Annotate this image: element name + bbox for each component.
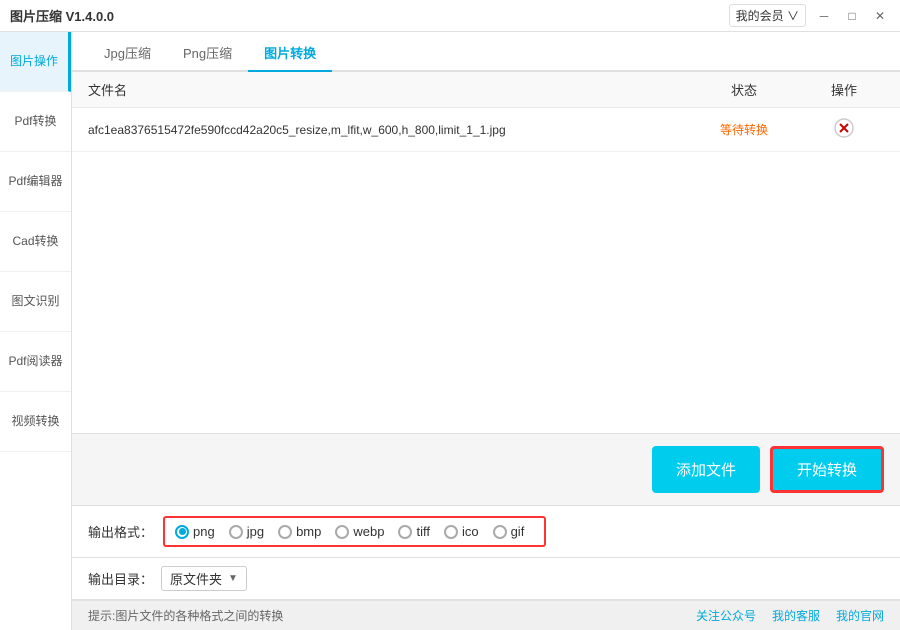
title-bar: 图片压缩 V1.4.0.0 我的会员 ∨ ─ □ ✕ [0,0,900,32]
radio-ico[interactable] [444,525,458,539]
sidebar-label-pdf-reader: Pdf阅读器 [8,354,62,370]
header-filename: 文件名 [88,80,684,99]
minimize-button[interactable]: ─ [814,6,834,26]
status-links: 关注公众号 我的客服 我的官网 [696,607,884,624]
sidebar-label-pdf-convert: Pdf转换 [14,114,56,130]
sidebar: 图片操作 Pdf转换 Pdf编辑器 Cad转换 图文识别 Pdf阅读器 视频转换 [0,32,72,630]
sidebar-label-ocr: 图文识别 [11,294,59,310]
sidebar-item-image-ops[interactable]: 图片操作 [0,32,71,92]
format-label-gif: gif [511,524,525,539]
sidebar-label-image-ops: 图片操作 [10,54,58,70]
radio-png[interactable] [175,525,189,539]
format-option-jpg[interactable]: jpg [229,524,264,539]
main-container: 图片操作 Pdf转换 Pdf编辑器 Cad转换 图文识别 Pdf阅读器 视频转换… [0,32,900,630]
maximize-button[interactable]: □ [842,6,862,26]
format-option-webp[interactable]: webp [335,524,384,539]
output-dir-dropdown-icon: ▼ [228,573,238,584]
tab-jpg-compress[interactable]: Jpg压缩 [88,35,167,72]
sidebar-item-video-convert[interactable]: 视频转换 [0,392,71,452]
status-hint: 提示:图片文件的各种格式之间的转换 [88,607,283,624]
delete-icon[interactable] [834,118,854,138]
table-body: afc1ea8376515472fe590fccd42a20c5_resize,… [72,108,900,433]
format-label-jpg: jpg [247,524,264,539]
radio-bmp[interactable] [278,525,292,539]
action-area: 添加文件 开始转换 [72,433,900,505]
sidebar-label-video-convert: 视频转换 [11,414,59,430]
format-label-ico: ico [462,524,479,539]
format-option-bmp[interactable]: bmp [278,524,321,539]
table-header: 文件名 状态 操作 [72,72,900,108]
format-label: 输出格式： [88,522,153,541]
close-button[interactable]: ✕ [870,6,890,26]
output-dir-label: 输出目录： [88,569,153,588]
format-label-tiff: tiff [416,524,430,539]
format-area: 输出格式： png jpg bmp [72,505,900,558]
format-label-png: png [193,524,215,539]
format-option-ico[interactable]: ico [444,524,479,539]
format-label-bmp: bmp [296,524,321,539]
sidebar-item-cad-convert[interactable]: Cad转换 [0,212,71,272]
status-bar: 提示:图片文件的各种格式之间的转换 关注公众号 我的客服 我的官网 [72,600,900,630]
radio-webp[interactable] [335,525,349,539]
member-button[interactable]: 我的会员 ∨ [729,4,806,27]
table-row: afc1ea8376515472fe590fccd42a20c5_resize,… [72,108,900,152]
tab-png-compress[interactable]: Png压缩 [167,35,248,72]
format-option-tiff[interactable]: tiff [398,524,430,539]
cell-status: 等待转换 [684,121,804,138]
tab-bar: Jpg压缩 Png压缩 图片转换 [72,32,900,72]
format-option-gif[interactable]: gif [493,524,525,539]
sidebar-label-pdf-editor: Pdf编辑器 [8,174,62,190]
header-action: 操作 [804,80,884,99]
content-area: Jpg压缩 Png压缩 图片转换 文件名 状态 操作 afc1ea8376515… [72,32,900,630]
start-convert-button[interactable]: 开始转换 [770,446,884,493]
output-dir-select[interactable]: 原文件夹 ▼ [161,566,247,591]
sidebar-item-pdf-reader[interactable]: Pdf阅读器 [0,332,71,392]
radio-tiff[interactable] [398,525,412,539]
status-link-website[interactable]: 我的官网 [836,607,884,624]
app-title: 图片压缩 V1.4.0.0 [10,6,114,25]
cell-filename: afc1ea8376515472fe590fccd42a20c5_resize,… [88,123,684,137]
sidebar-item-pdf-editor[interactable]: Pdf编辑器 [0,152,71,212]
sidebar-label-cad-convert: Cad转换 [12,234,58,250]
format-label-webp: webp [353,524,384,539]
sidebar-item-pdf-convert[interactable]: Pdf转换 [0,92,71,152]
add-file-button[interactable]: 添加文件 [652,446,760,493]
radio-jpg[interactable] [229,525,243,539]
status-link-wechat[interactable]: 关注公众号 [696,607,756,624]
status-link-service[interactable]: 我的客服 [772,607,820,624]
title-controls: 我的会员 ∨ ─ □ ✕ [729,4,890,27]
radio-gif[interactable] [493,525,507,539]
header-status: 状态 [684,80,804,99]
cell-action [804,118,884,141]
output-dir-area: 输出目录： 原文件夹 ▼ [72,558,900,600]
tab-image-convert[interactable]: 图片转换 [248,35,332,72]
output-dir-value: 原文件夹 [170,569,222,588]
sidebar-item-ocr[interactable]: 图文识别 [0,272,71,332]
format-option-png[interactable]: png [175,524,215,539]
format-options-row: png jpg bmp webp [163,516,546,547]
